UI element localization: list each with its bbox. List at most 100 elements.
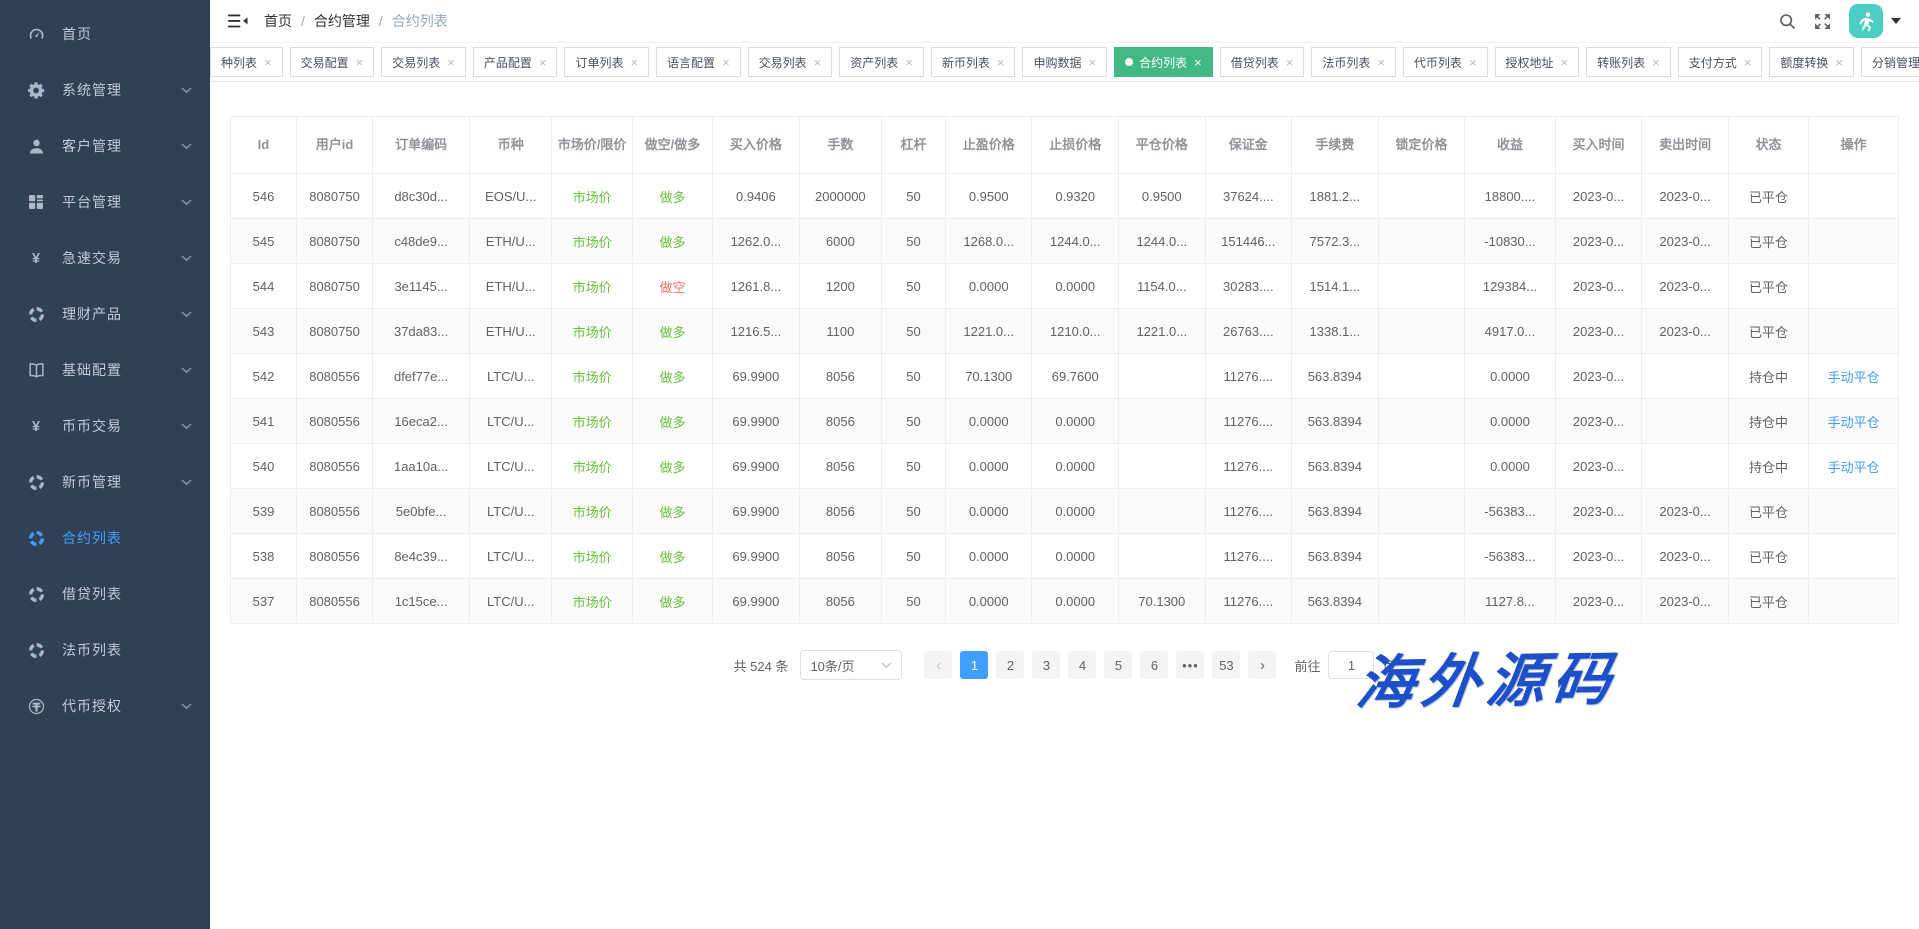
tab-label: 订单列表 <box>575 54 623 71</box>
cell-fee: 563.8394 <box>1292 489 1379 534</box>
tab-close-icon[interactable]: × <box>1469 56 1477 69</box>
cell-fee: 7572.3... <box>1292 219 1379 264</box>
page-5-button[interactable]: 5 <box>1104 651 1132 679</box>
cell-price_type: 市场价 <box>552 264 632 309</box>
page-4-button[interactable]: 4 <box>1068 651 1096 679</box>
tab-close-icon[interactable]: × <box>1286 56 1294 69</box>
cell-action[interactable]: 手动平仓 <box>1809 399 1899 444</box>
chevron-down-icon[interactable] <box>1891 18 1901 24</box>
tab-asset-list[interactable]: 资产列表× <box>839 47 924 77</box>
tab-lang-config[interactable]: 语言配置× <box>656 47 741 77</box>
sidebar-item-label: 代币授权 <box>62 696 181 716</box>
tab-close-icon[interactable]: × <box>1835 56 1843 69</box>
sidebar-item-home[interactable]: 首页 <box>0 6 210 62</box>
shutter-icon <box>26 304 46 324</box>
page-1-button[interactable]: 1 <box>960 651 988 679</box>
next-page-button[interactable]: › <box>1248 651 1276 679</box>
tab-clipped-list[interactable]: 种列表× <box>210 47 283 77</box>
last-page-button[interactable]: 53 <box>1212 651 1240 679</box>
fullscreen-icon[interactable] <box>1814 13 1831 30</box>
tab-distribution[interactable]: 分销管理× <box>1861 47 1919 77</box>
cell-buy_time: 2023-0... <box>1555 264 1642 309</box>
tab-newcoin-list[interactable]: 新币列表× <box>931 47 1016 77</box>
tab-close-icon[interactable]: × <box>1652 56 1660 69</box>
sidebar-item-base-config[interactable]: 基础配置 <box>0 342 210 398</box>
sidebar-collapse-icon[interactable] <box>228 13 248 29</box>
sidebar-item-customer-manage[interactable]: 客户管理 <box>0 118 210 174</box>
sidebar-item-loan-list[interactable]: 借贷列表 <box>0 566 210 622</box>
cell-order: 5e0bfe... <box>373 489 470 534</box>
sidebar-item-coin-trade[interactable]: ¥币币交易 <box>0 398 210 454</box>
tab-close-icon[interactable]: × <box>539 56 547 69</box>
page-2-button[interactable]: 2 <box>996 651 1024 679</box>
sidebar-item-system-manage[interactable]: 系统管理 <box>0 62 210 118</box>
tab-trade-config[interactable]: 交易配置× <box>290 47 375 77</box>
tab-close-icon[interactable]: × <box>1089 56 1097 69</box>
cell-price_type: 市场价 <box>552 534 632 579</box>
tab-auth-address[interactable]: 授权地址× <box>1495 47 1580 77</box>
tab-close-icon[interactable]: × <box>1561 56 1569 69</box>
cell-id: 538 <box>231 534 297 579</box>
tab-token-list[interactable]: 代币列表× <box>1403 47 1488 77</box>
cell-direction: 做多 <box>632 399 712 444</box>
prev-page-button[interactable]: ‹ <box>924 651 952 679</box>
tab-trade-list-1[interactable]: 交易列表× <box>381 47 466 77</box>
page-size-select[interactable]: 10条/页 <box>800 650 902 680</box>
tab-close-icon[interactable]: × <box>630 56 638 69</box>
tab-close-icon[interactable]: × <box>1194 56 1202 69</box>
cell-uid: 8080556 <box>296 399 372 444</box>
sidebar-item-new-coin-manage[interactable]: 新币管理 <box>0 454 210 510</box>
sidebar-item-contract-list[interactable]: 合约列表 <box>0 510 210 566</box>
tab-close-icon[interactable]: × <box>447 56 455 69</box>
tab-close-icon[interactable]: × <box>814 56 822 69</box>
tab-subscribe-data[interactable]: 申购数据× <box>1022 47 1107 77</box>
sidebar-item-label: 系统管理 <box>62 80 181 100</box>
tab-transfer-list[interactable]: 转账列表× <box>1586 47 1671 77</box>
tab-pay-method[interactable]: 支付方式× <box>1678 47 1763 77</box>
sidebar-item-fiat-list[interactable]: 法币列表 <box>0 622 210 678</box>
tab-contract-list[interactable]: 合约列表× <box>1114 47 1213 77</box>
breadcrumb-item[interactable]: 合约管理 <box>314 11 370 31</box>
tab-close-icon[interactable]: × <box>722 56 730 69</box>
tab-loan-list[interactable]: 借贷列表× <box>1220 47 1305 77</box>
sidebar-item-fast-trade[interactable]: ¥急速交易 <box>0 230 210 286</box>
breadcrumb-item[interactable]: 首页 <box>264 11 292 31</box>
tab-close-icon[interactable]: × <box>264 56 272 69</box>
cell-action[interactable]: 手动平仓 <box>1809 354 1899 399</box>
cell-status: 已平仓 <box>1728 174 1808 219</box>
goto-page-input[interactable] <box>1328 651 1374 679</box>
sidebar-item-platform-manage[interactable]: 平台管理 <box>0 174 210 230</box>
cell-fee: 563.8394 <box>1292 444 1379 489</box>
cell-price_type: 市场价 <box>552 309 632 354</box>
cell-id: 545 <box>231 219 297 264</box>
tab-close-icon[interactable]: × <box>905 56 913 69</box>
more-pages-button[interactable]: ••• <box>1176 651 1204 679</box>
tab-trade-list-2[interactable]: 交易列表× <box>748 47 833 77</box>
cell-lots: 8056 <box>799 534 881 579</box>
cell-profit: 0.0000 <box>1465 399 1556 444</box>
page-3-button[interactable]: 3 <box>1032 651 1060 679</box>
page-6-button[interactable]: 6 <box>1140 651 1168 679</box>
cell-lock_price <box>1378 399 1465 444</box>
sidebar-item-label: 急速交易 <box>62 248 181 268</box>
tab-close-icon[interactable]: × <box>356 56 364 69</box>
sidebar-item-token-auth[interactable]: 代币授权 <box>0 678 210 734</box>
tab-close-icon[interactable]: × <box>1744 56 1752 69</box>
cell-action[interactable]: 手动平仓 <box>1809 444 1899 489</box>
tab-close-icon[interactable]: × <box>1377 56 1385 69</box>
search-icon[interactable] <box>1779 13 1796 30</box>
tab-close-icon[interactable]: × <box>997 56 1005 69</box>
tab-fiat-list[interactable]: 法币列表× <box>1311 47 1396 77</box>
tab-product-config[interactable]: 产品配置× <box>473 47 558 77</box>
cell-profit: 129384... <box>1465 264 1556 309</box>
avatar[interactable] <box>1849 4 1883 38</box>
cell-close_price: 1154.0... <box>1119 264 1206 309</box>
tab-quota-convert[interactable]: 额度转换× <box>1769 47 1854 77</box>
tab-order-list[interactable]: 订单列表 × <box>564 47 649 77</box>
cell-lots: 8056 <box>799 579 881 624</box>
yen-icon: ¥ <box>26 416 46 436</box>
column-header-uid: 用户id <box>296 117 372 174</box>
chevron-down-icon <box>181 367 192 374</box>
shutter-icon <box>26 472 46 492</box>
sidebar-item-finance-product[interactable]: 理财产品 <box>0 286 210 342</box>
